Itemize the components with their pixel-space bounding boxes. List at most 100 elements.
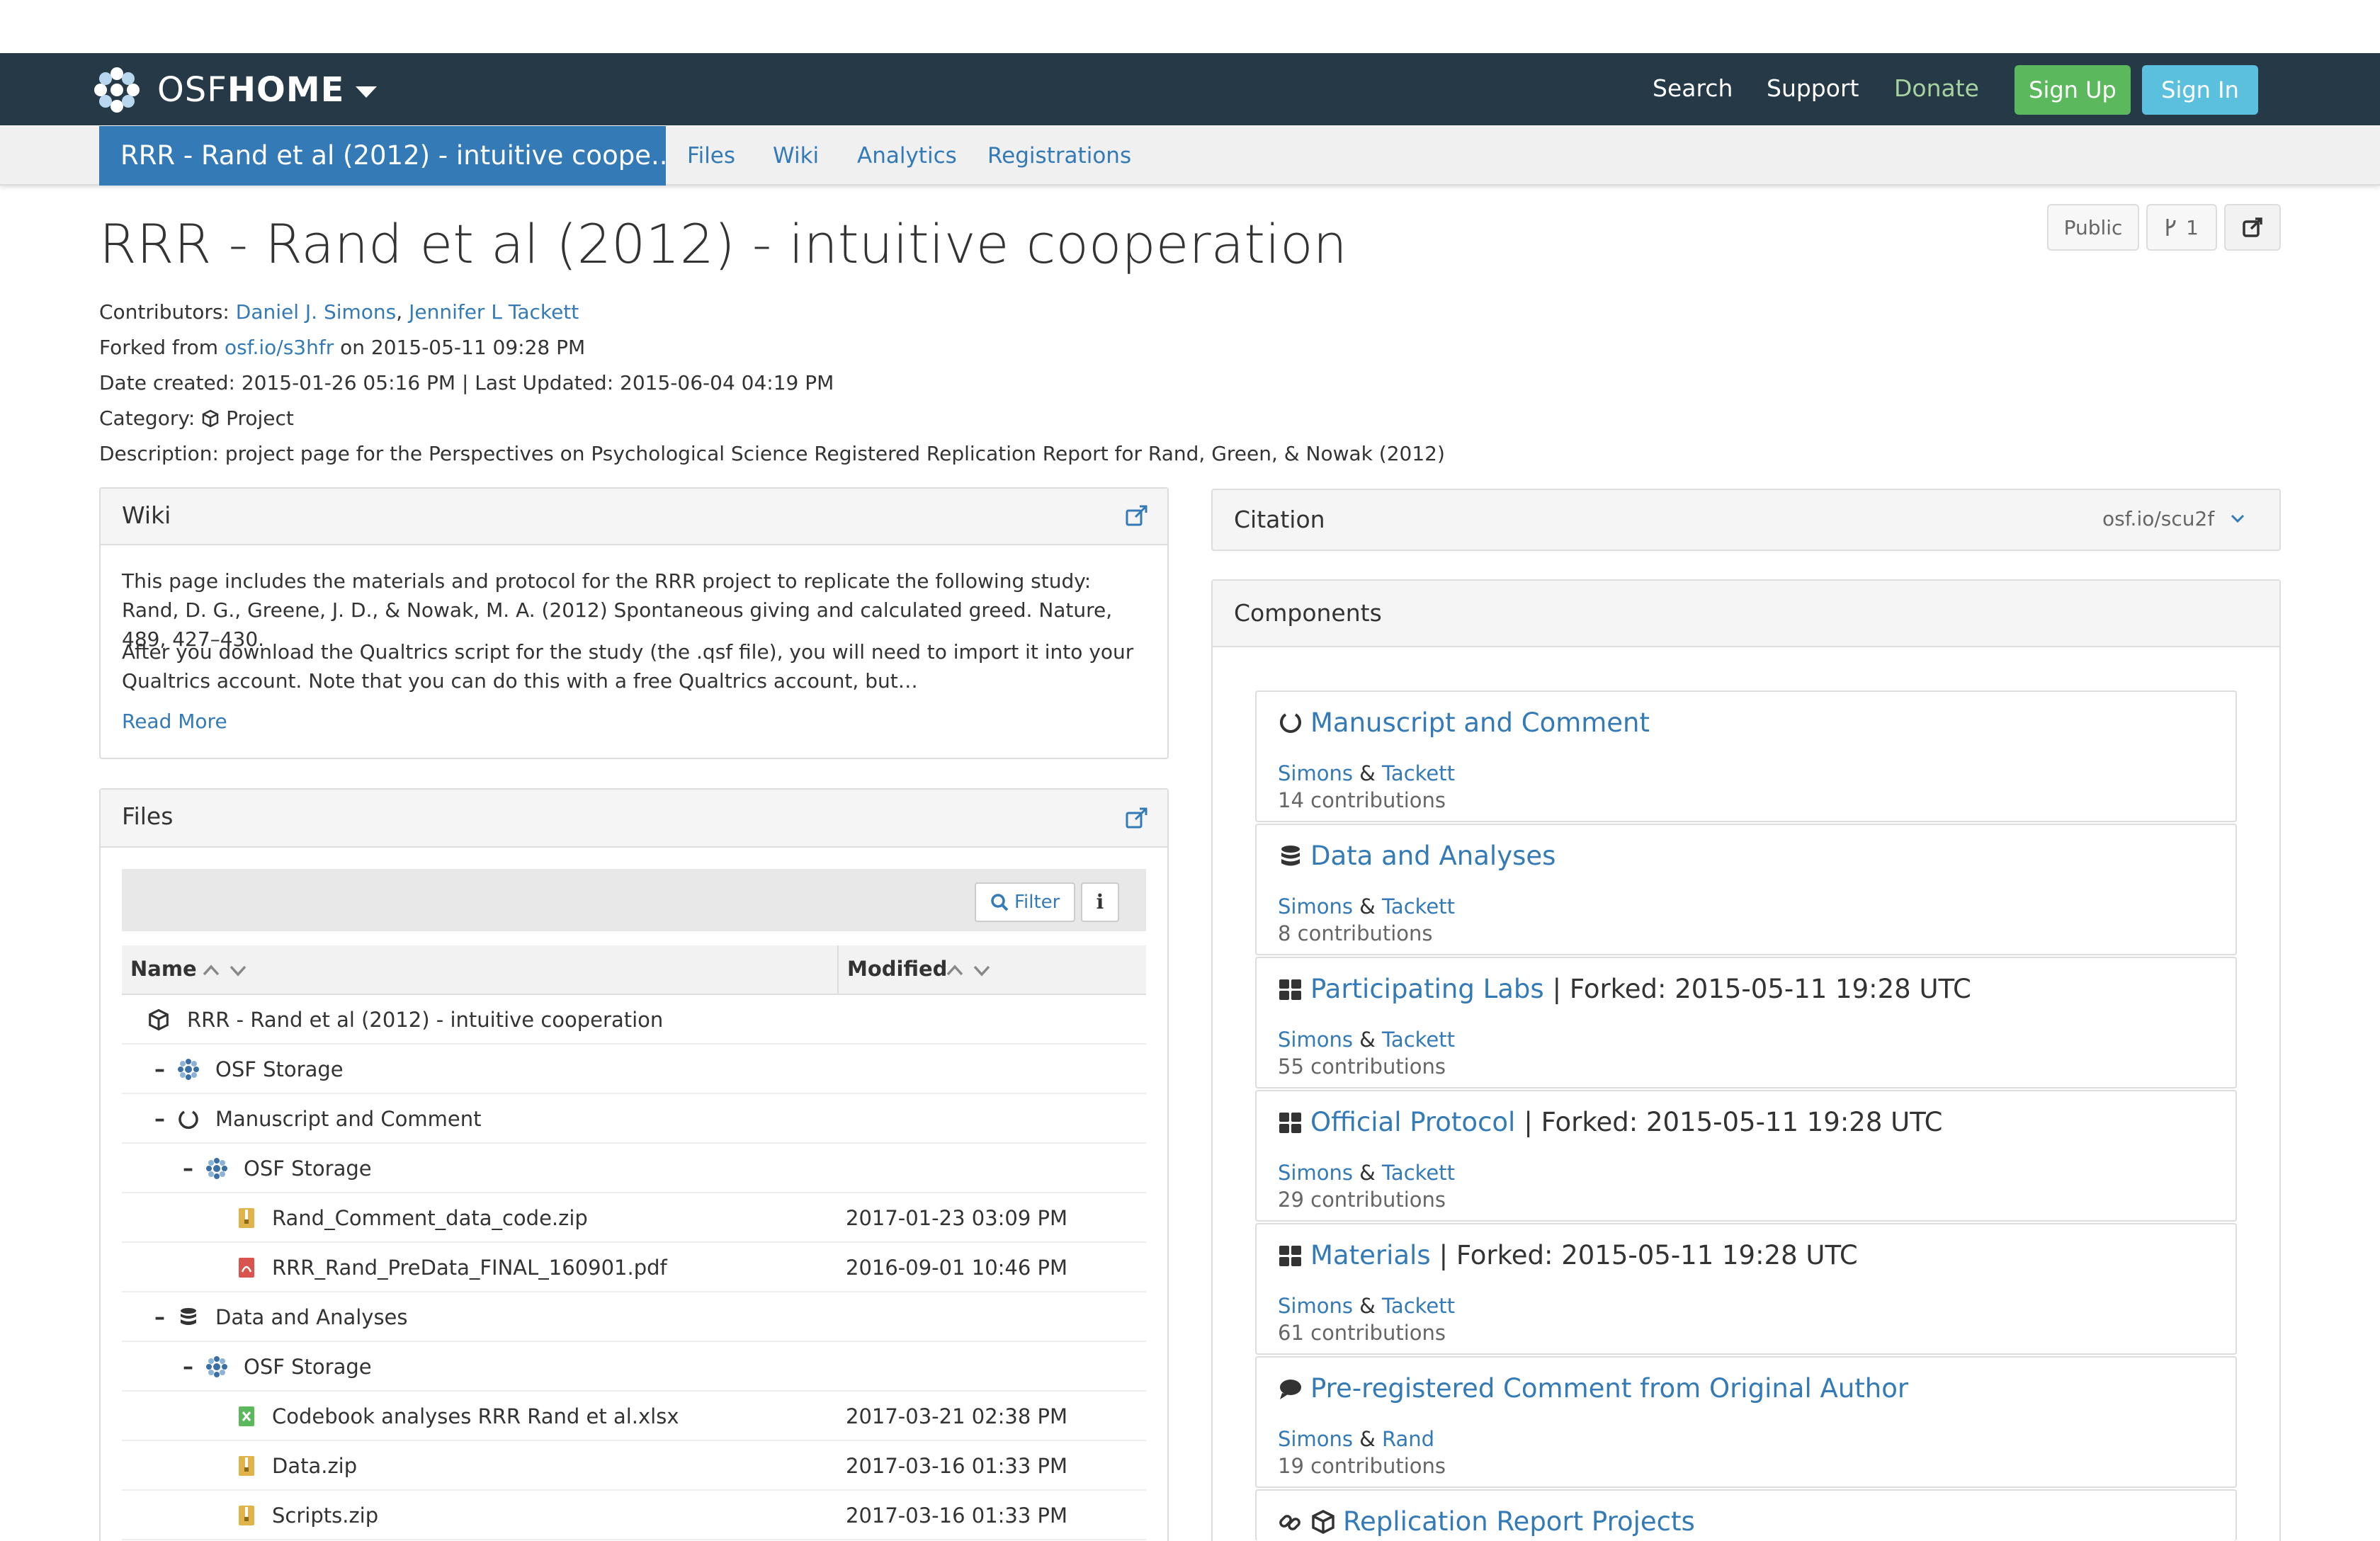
file-row[interactable]: RRR_Rand_PreData_FINAL_160901.pdf 2016-0…	[122, 1243, 1146, 1292]
component-contributions: 55 contributions	[1278, 1054, 1446, 1079]
osf-home-menu[interactable]: OSFHOME	[92, 65, 378, 115]
component-card[interactable]: Materials | Forked: 2015-05-11 19:28 UTC…	[1255, 1223, 2237, 1355]
zip-file-icon	[239, 1456, 254, 1476]
file-row[interactable]: Scripts.zip 2017-03-16 01:33 PM	[122, 1491, 1146, 1540]
tab-analytics[interactable]: Analytics	[857, 126, 957, 186]
author-link[interactable]: Simons	[1278, 1427, 1353, 1451]
component-title-link[interactable]: Manuscript and Comment	[1310, 707, 1650, 738]
component-card[interactable]: Data and Analyses Simons & Tackett 8 con…	[1255, 824, 2237, 955]
file-name: RRR_Rand_PreData_FINAL_160901.pdf	[272, 1256, 667, 1280]
file-row[interactable]: – OSF Storage	[122, 1144, 1146, 1193]
database-icon	[1281, 845, 1300, 865]
fork-count-button[interactable]: 1	[2146, 204, 2217, 251]
sort-arrows-icon[interactable]	[201, 961, 248, 979]
component-title-link[interactable]: Data and Analyses	[1310, 841, 1556, 871]
read-more-link[interactable]: Read More	[122, 710, 227, 733]
tab-registrations[interactable]: Registrations	[987, 126, 1131, 186]
component-title-link[interactable]: Official Protocol	[1310, 1107, 1515, 1137]
collapse-toggle[interactable]: –	[183, 1156, 193, 1181]
external-link-icon[interactable]	[1125, 504, 1149, 528]
info-button[interactable]: i	[1081, 882, 1119, 922]
file-modified: 2017-03-16 01:33 PM	[846, 1503, 1068, 1528]
author-link[interactable]: Tackett	[1382, 761, 1455, 785]
component-title-link[interactable]: Participating Labs	[1310, 974, 1544, 1004]
forked-from-link[interactable]: osf.io/s3hfr	[225, 336, 334, 359]
category-value: Project	[226, 406, 294, 430]
fork-count: 1	[2186, 216, 2199, 239]
sort-arrows-icon[interactable]	[945, 961, 992, 979]
link-icon	[1279, 1514, 1300, 1530]
public-button[interactable]: Public	[2047, 204, 2139, 251]
author-link[interactable]: Simons	[1278, 761, 1353, 785]
wiki-panel-title: Wiki	[122, 501, 171, 529]
author-link[interactable]: Tackett	[1382, 1161, 1455, 1185]
author-link[interactable]: Simons	[1278, 1028, 1353, 1052]
component-card[interactable]: Replication Report Projects	[1255, 1489, 2237, 1541]
file-row[interactable]: Rand_Comment_data_code.zip 2017-01-23 03…	[122, 1193, 1146, 1243]
file-modified: 2017-03-16 01:33 PM	[846, 1454, 1068, 1478]
contributor-link[interactable]: Jennifer L Tackett	[409, 300, 579, 324]
file-row[interactable]: – OSF Storage	[122, 1342, 1146, 1392]
circle-notch-icon	[1280, 712, 1301, 733]
file-row[interactable]: – Manuscript and Comment	[122, 1094, 1146, 1144]
nav-support-link[interactable]: Support	[1767, 71, 1859, 106]
component-contributions: 29 contributions	[1278, 1188, 1446, 1212]
nav-search-link[interactable]: Search	[1653, 71, 1733, 106]
components-panel-header: Components	[1213, 581, 2279, 647]
col-name-header[interactable]: Name	[130, 957, 197, 981]
component-card[interactable]: Pre-registered Comment from Original Aut…	[1255, 1356, 2237, 1488]
collapse-toggle[interactable]: –	[183, 1355, 193, 1380]
author-link[interactable]: Simons	[1278, 1161, 1353, 1185]
author-link[interactable]: Tackett	[1382, 894, 1455, 919]
collapse-toggle[interactable]: –	[154, 1057, 165, 1082]
component-forked-info: | Forked: 2015-05-11 19:28 UTC	[1524, 1107, 1943, 1137]
forked-date: on 2015-05-11 09:28 PM	[340, 336, 586, 359]
author-link[interactable]: Rand	[1382, 1427, 1434, 1451]
file-name: Manuscript and Comment	[215, 1107, 482, 1131]
contributor-link[interactable]: Daniel J. Simons	[236, 300, 397, 324]
author-link[interactable]: Tackett	[1382, 1028, 1455, 1052]
zip-file-icon	[239, 1506, 254, 1525]
chevron-down-icon[interactable]	[2230, 513, 2245, 524]
subnav-project-title[interactable]: RRR - Rand et al (2012) - intuitive coop…	[99, 126, 666, 186]
share-button[interactable]	[2224, 204, 2281, 251]
sign-up-button[interactable]: Sign Up	[2014, 65, 2131, 115]
citation-link[interactable]: osf.io/scu2f	[2102, 507, 2214, 530]
wiki-panel: Wiki This page includes the materials an…	[99, 487, 1169, 759]
component-card[interactable]: Participating Labs | Forked: 2015-05-11 …	[1255, 957, 2237, 1088]
component-title-link[interactable]: Materials	[1310, 1240, 1431, 1270]
citation-panel[interactable]: Citation osf.io/scu2f	[1211, 489, 2281, 551]
component-card[interactable]: Manuscript and Comment Simons & Tackett …	[1255, 690, 2237, 822]
filter-button[interactable]: Filter	[975, 882, 1075, 922]
nav-donate-link[interactable]: Donate	[1894, 71, 1979, 106]
sign-in-button[interactable]: Sign In	[2142, 65, 2258, 115]
author-link[interactable]: Tackett	[1382, 1294, 1455, 1318]
cube-icon	[149, 1008, 169, 1031]
external-link-icon[interactable]	[1125, 807, 1149, 831]
author-link[interactable]: Simons	[1278, 894, 1353, 919]
component-title-link[interactable]: Pre-registered Comment from Original Aut…	[1310, 1373, 1908, 1404]
author-link[interactable]: Simons	[1278, 1294, 1353, 1318]
file-row[interactable]: Data.zip 2017-03-16 01:33 PM	[122, 1441, 1146, 1491]
tab-files[interactable]: Files	[687, 126, 735, 186]
files-panel-header: Files	[101, 790, 1167, 848]
component-contributions: 61 contributions	[1278, 1321, 1446, 1345]
collapse-toggle[interactable]: –	[154, 1305, 165, 1330]
file-name: RRR - Rand et al (2012) - intuitive coop…	[187, 1008, 664, 1032]
file-modified: 2016-09-01 10:46 PM	[846, 1256, 1068, 1280]
file-row[interactable]: RRR - Rand et al (2012) - intuitive coop…	[122, 995, 1146, 1045]
file-row[interactable]: – OSF Storage	[122, 1045, 1146, 1094]
component-contributions: 8 contributions	[1278, 921, 1433, 945]
tab-wiki[interactable]: Wiki	[773, 126, 819, 186]
excel-file-icon	[239, 1406, 254, 1426]
component-card[interactable]: Official Protocol | Forked: 2015-05-11 1…	[1255, 1090, 2237, 1222]
collapse-toggle[interactable]: –	[154, 1107, 165, 1132]
file-row[interactable]: Codebook analyses RRR Rand et al.xlsx 20…	[122, 1392, 1146, 1441]
file-row[interactable]: – Data and Analyses	[122, 1292, 1146, 1342]
zip-file-icon	[239, 1208, 254, 1228]
col-modified-header[interactable]: Modified	[847, 957, 947, 981]
component-title-link[interactable]: Replication Report Projects	[1343, 1506, 1695, 1537]
comment-icon	[1280, 1379, 1301, 1399]
component-forked-info: | Forked: 2015-05-11 19:28 UTC	[1439, 1240, 1858, 1270]
cube-icon	[1312, 1509, 1334, 1534]
